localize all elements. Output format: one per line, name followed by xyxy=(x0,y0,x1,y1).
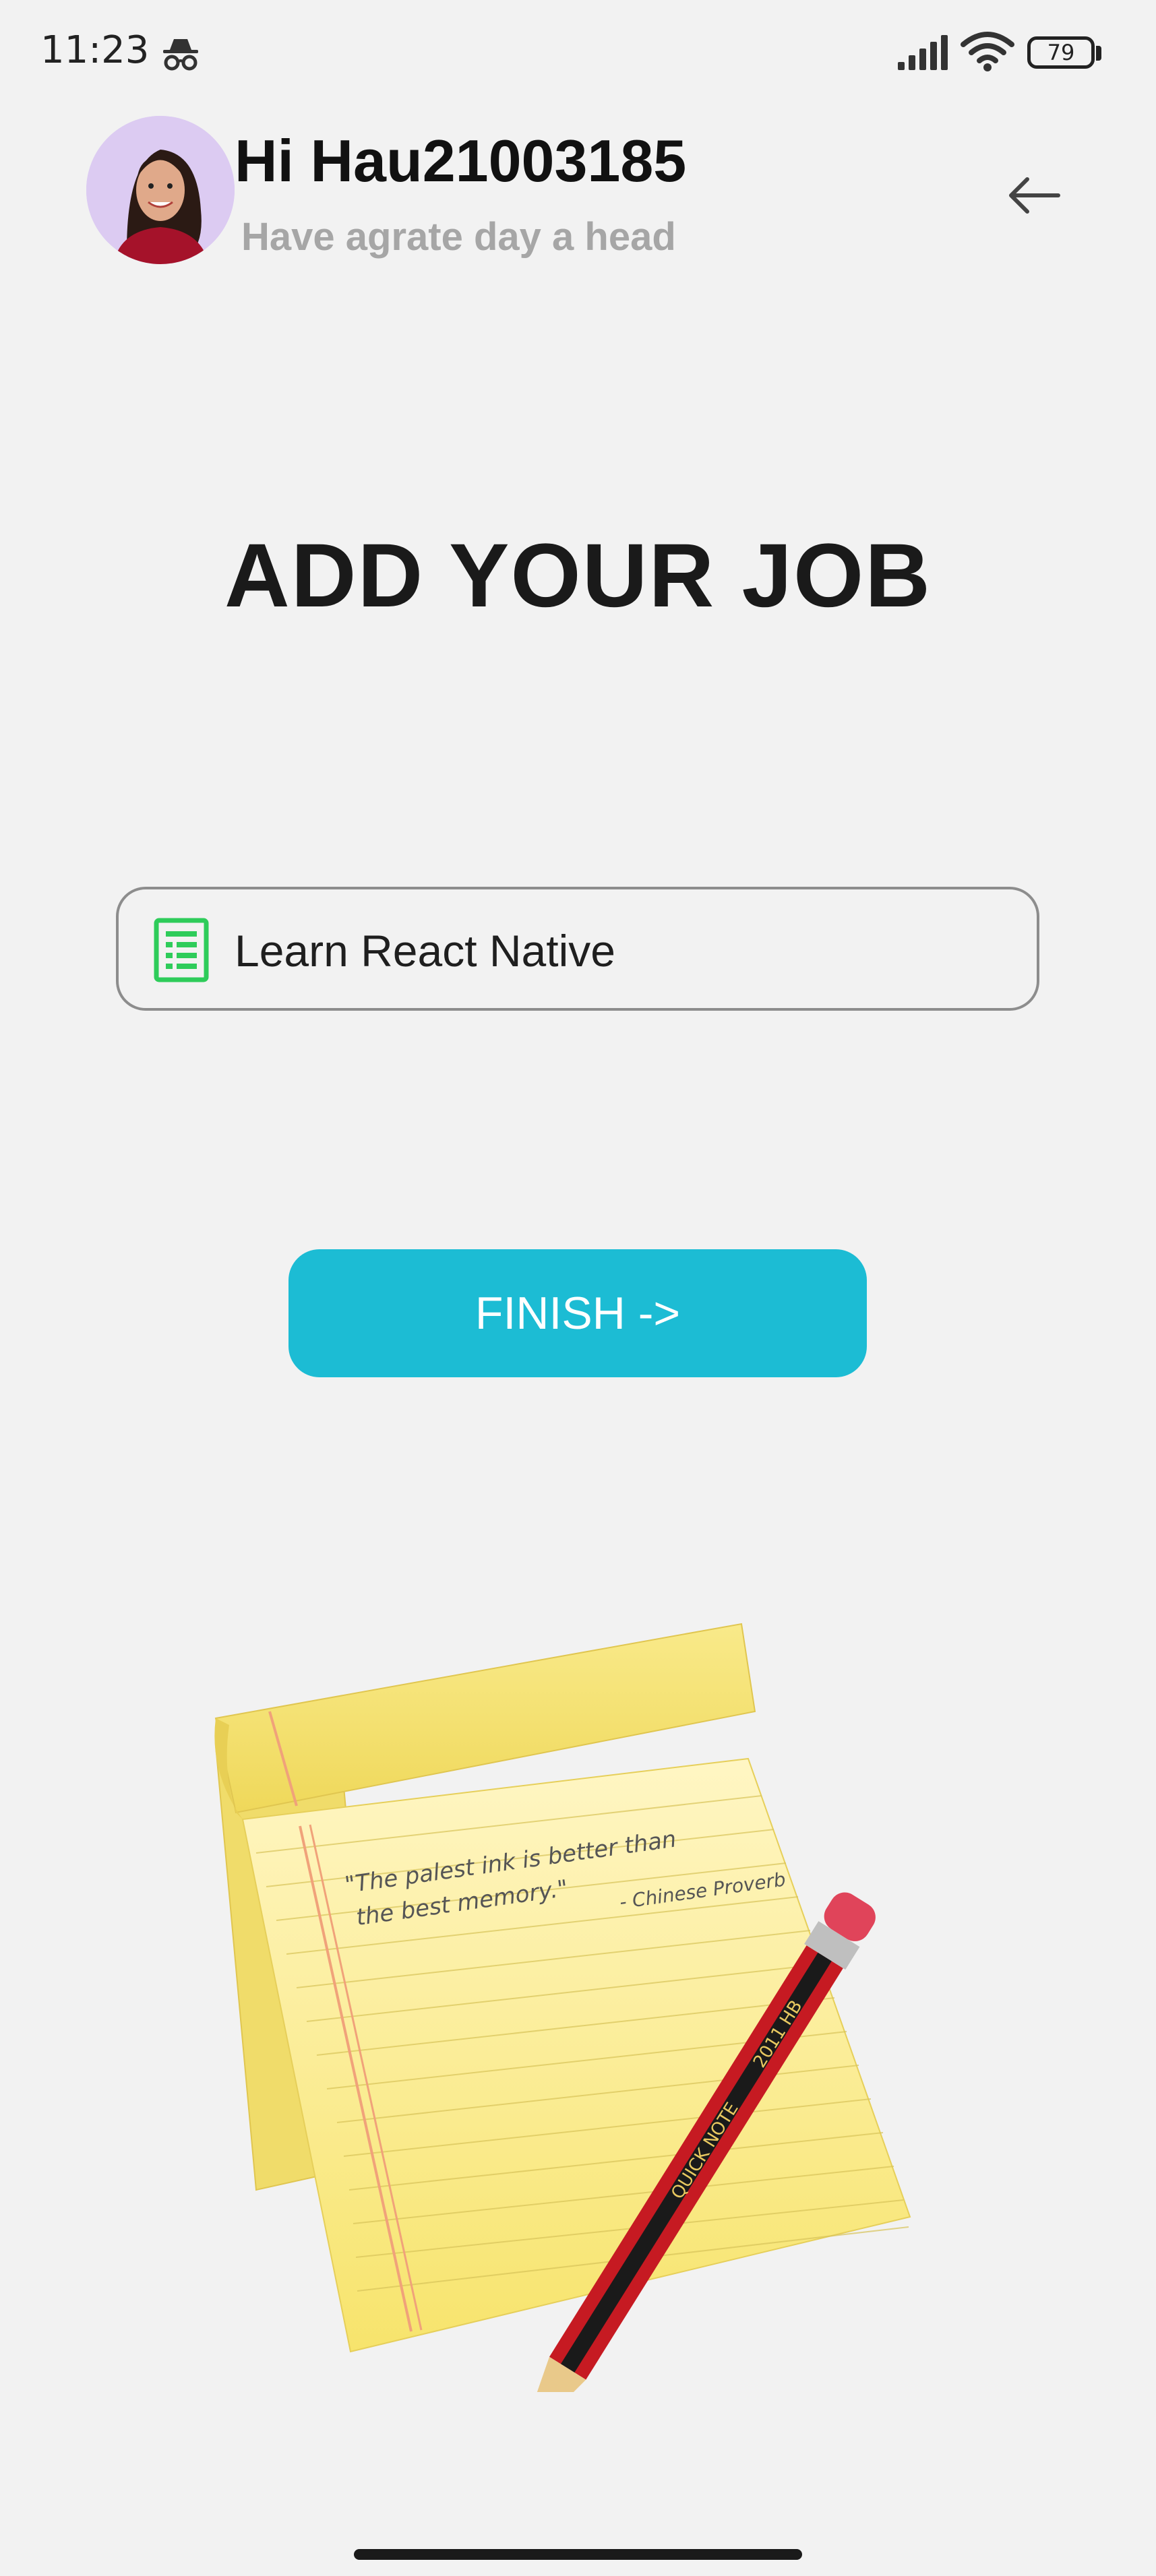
status-time: 11:23 xyxy=(40,28,150,72)
battery-icon: 79 xyxy=(1027,36,1095,69)
page-title: ADD YOUR JOB xyxy=(224,526,932,626)
greeting-title: Hi Hau21003185 xyxy=(235,127,687,194)
wifi-icon xyxy=(961,32,1014,71)
battery-tip xyxy=(1096,46,1101,61)
job-input[interactable] xyxy=(233,910,1011,992)
battery-level: 79 xyxy=(1047,40,1075,65)
avatar-image xyxy=(86,116,235,264)
spreadsheet-icon xyxy=(154,918,209,982)
signal-icon xyxy=(898,35,948,70)
home-indicator[interactable] xyxy=(354,2549,802,2560)
finish-button[interactable]: FINISH -> xyxy=(288,1249,867,1377)
avatar[interactable] xyxy=(86,116,235,264)
job-input-field[interactable] xyxy=(116,887,1039,1011)
greeting-subtitle: Have agrate day a head xyxy=(241,215,676,259)
arrow-left-icon[interactable] xyxy=(1004,168,1065,222)
status-bar: 11:23 79 xyxy=(0,0,1156,108)
incognito-icon xyxy=(163,39,198,71)
notepad-pencil-illustration: "The palest ink is better than the best … xyxy=(214,1623,911,2392)
